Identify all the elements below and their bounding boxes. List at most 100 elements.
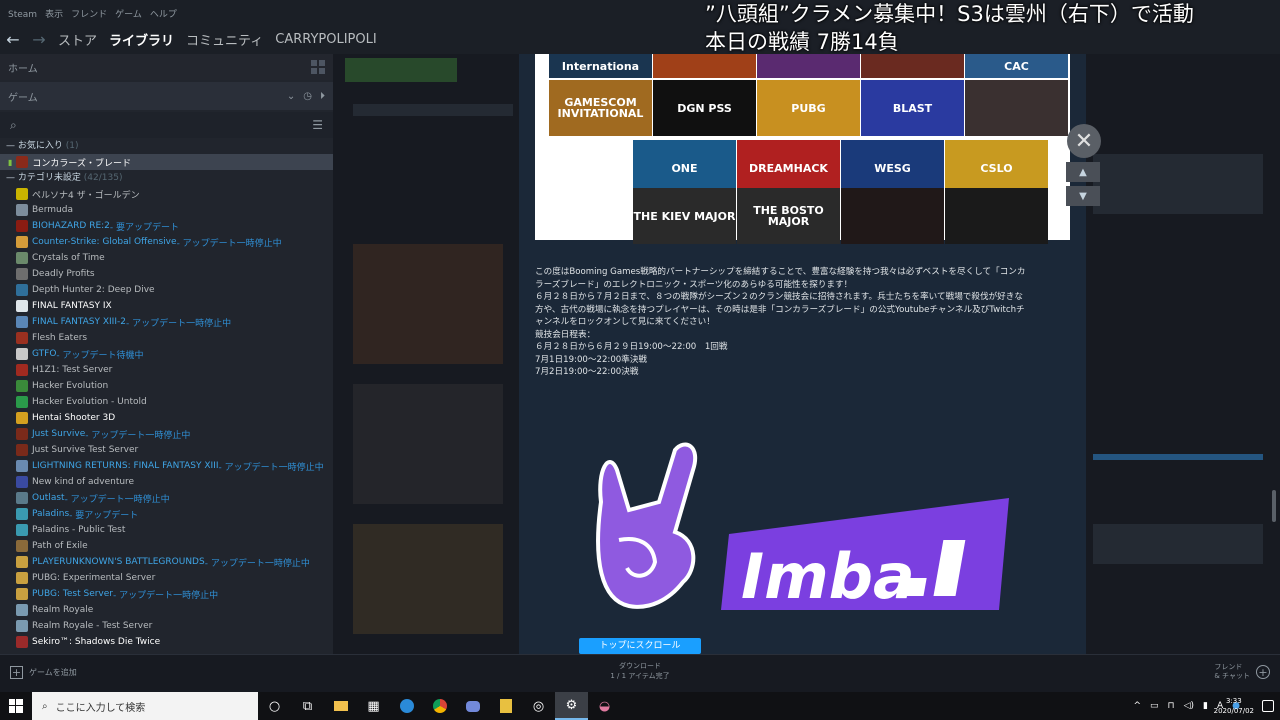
chrome-icon[interactable] — [423, 692, 456, 720]
game-name: Just Survive Test Server — [32, 445, 139, 455]
game-item[interactable]: Crystals of Time — [0, 250, 333, 266]
clock-icon[interactable]: ◷ — [303, 91, 312, 102]
game-item-selected[interactable]: ▮ コンカラーズ・ブレード — [0, 154, 333, 170]
nav-community[interactable]: コミュニティ — [186, 30, 263, 49]
game-item[interactable]: GTFO - アップデート待機中 — [0, 346, 333, 362]
plus-icon: + — [10, 666, 23, 679]
game-item[interactable]: LIGHTNING RETURNS: FINAL FANTASY XIII - … — [0, 458, 333, 474]
nav-profile[interactable]: CARRYPOLIPOLI — [275, 32, 376, 47]
tournament-logo: THE KIEV MAJOR — [633, 188, 736, 244]
volume-icon[interactable]: ◁) — [1184, 701, 1194, 711]
scroll-to-top-button[interactable]: トップにスクロール — [579, 638, 701, 654]
tournament-logo — [945, 188, 1048, 244]
game-item[interactable]: New kind of adventure — [0, 474, 333, 490]
tournament-logo: THE BOSTO MAJOR — [737, 188, 840, 244]
game-filter-dropdown[interactable]: ゲーム ⌄ ◷ ⏵ — [0, 82, 333, 110]
game-item[interactable]: Realm Royale — [0, 602, 333, 618]
menu-steam[interactable]: Steam — [8, 6, 37, 24]
cortana-icon[interactable]: ○ — [258, 692, 291, 720]
category-uncategorized[interactable]: — カテゴリ未設定 (42/135) — [0, 170, 333, 186]
add-game-button[interactable]: + ゲームを追加 — [10, 666, 77, 679]
home-row[interactable]: ホーム — [0, 54, 333, 80]
game-item[interactable]: FINAL FANTASY IX — [0, 298, 333, 314]
game-icon — [16, 268, 28, 280]
menu-help[interactable]: ヘルプ — [150, 6, 177, 24]
game-item[interactable]: Outlast - アップデート一時停止中 — [0, 490, 333, 506]
game-name: Deadly Profits — [32, 269, 95, 279]
game-item[interactable]: FINAL FANTASY XIII-2 - アップデート一時停止中 — [0, 314, 333, 330]
game-icon — [16, 236, 28, 248]
play-filter-icon[interactable]: ⏵ — [320, 91, 325, 102]
chevron-up-icon[interactable]: ▲ — [1066, 162, 1100, 182]
game-item[interactable]: Counter-Strike: Global Offensive - アップデー… — [0, 234, 333, 250]
game-icon — [16, 284, 28, 296]
game-item[interactable]: PLAYERUNKNOWN'S BATTLEGROUNDS - アップデート一時… — [0, 554, 333, 570]
game-item[interactable]: Sekiro™: Shadows Die Twice — [0, 634, 333, 650]
game-name: Realm Royale — [32, 605, 94, 615]
downloads-status[interactable]: ダウンロード 1 / 1 アイテム完了 — [600, 661, 680, 681]
menu-games[interactable]: ゲーム — [115, 6, 142, 24]
game-item[interactable]: Paladins - Public Test — [0, 522, 333, 538]
notification-icon[interactable] — [1262, 700, 1274, 712]
back-arrow-icon[interactable]: ← — [6, 30, 20, 49]
file-explorer-icon[interactable] — [324, 692, 357, 720]
close-icon[interactable]: ✕ — [1067, 124, 1101, 158]
category-favorites[interactable]: — お気に入り (1) — [0, 138, 333, 154]
game-name: H1Z1: Test Server — [32, 365, 113, 375]
edge-browser-icon[interactable] — [390, 692, 423, 720]
game-item[interactable]: Hacker Evolution - Untold — [0, 394, 333, 410]
game-item[interactable]: Depth Hunter 2: Deep Dive — [0, 282, 333, 298]
menu-view[interactable]: 表示 — [45, 6, 63, 24]
chevron-down-icon[interactable]: ▼ — [1066, 186, 1100, 206]
game-status: - アップデート一時停止中 — [176, 238, 282, 249]
app-icon[interactable] — [489, 692, 522, 720]
game-item[interactable]: BIOHAZARD RE:2 - 要アップデート — [0, 218, 333, 234]
forward-arrow-icon[interactable]: → — [32, 30, 46, 49]
lips-app-icon[interactable]: ◒ — [588, 692, 621, 720]
menu-friends[interactable]: フレンド — [71, 6, 107, 24]
description-line: 競技会日程表： — [535, 329, 596, 340]
obs-icon[interactable]: ◎ — [522, 692, 555, 720]
task-view-icon[interactable]: ⧉ — [291, 692, 324, 720]
battery-icon[interactable]: ▮ — [1203, 701, 1208, 711]
taskbar-clock[interactable]: 3:33 2020/07/02 — [1214, 696, 1254, 716]
library-search[interactable]: ⌕ ☰ — [0, 112, 333, 138]
game-item[interactable]: Path of Exile — [0, 538, 333, 554]
chevron-down-icon[interactable]: ⌄ — [287, 91, 295, 102]
scrollbar[interactable] — [1272, 490, 1276, 522]
steam-taskbar-icon[interactable]: ⚙ — [555, 692, 588, 720]
taskbar-search-box[interactable]: ⌕ ここに入力して検索 — [32, 692, 258, 720]
game-item[interactable]: Deadly Profits — [0, 266, 333, 282]
game-item[interactable]: ペルソナ4 ザ・ゴールデン — [0, 186, 333, 202]
menu-bar: Steam 表示 フレンド ゲーム ヘルプ — [0, 6, 177, 24]
game-name: Paladins — [32, 509, 70, 519]
game-icon — [16, 204, 28, 216]
game-item[interactable]: H1Z1: Test Server — [0, 362, 333, 378]
tournament-logo: Internationa — [549, 54, 652, 78]
filter-sliders-icon[interactable]: ☰ — [312, 118, 323, 132]
game-item[interactable]: PUBG: Test Server - アップデート一時停止中 — [0, 586, 333, 602]
friends-chat-button[interactable]: フレンド & チャット + — [1214, 663, 1270, 681]
friends-label: フレンド — [1214, 663, 1243, 671]
folder-icon[interactable]: ▭ — [1150, 701, 1159, 711]
network-icon[interactable]: ⊓ — [1168, 701, 1175, 711]
game-item[interactable]: Flesh Eaters — [0, 330, 333, 346]
game-item[interactable]: Paladins - 要アップデート — [0, 506, 333, 522]
game-item[interactable]: PUBG: Experimental Server — [0, 570, 333, 586]
game-item[interactable]: Realm Royale - Test Server — [0, 618, 333, 634]
game-name: BIOHAZARD RE:2 — [32, 221, 110, 231]
nav-library[interactable]: ライブラリ — [109, 30, 174, 49]
game-item[interactable]: Hentai Shooter 3D — [0, 410, 333, 426]
nav-store[interactable]: ストア — [58, 30, 97, 49]
game-item[interactable]: Hacker Evolution — [0, 378, 333, 394]
calculator-icon[interactable]: ▦ — [357, 692, 390, 720]
discord-icon[interactable] — [456, 692, 489, 720]
windows-start-icon[interactable] — [0, 692, 32, 720]
game-item[interactable]: Just Survive Test Server — [0, 442, 333, 458]
grid-view-icon[interactable] — [311, 60, 325, 74]
game-item[interactable]: Bermuda — [0, 202, 333, 218]
stream-overlay-text: ”八頭組”クラメン募集中！S3は雲州（右下）で活動 本日の戦績 7勝14負 — [705, 0, 1280, 56]
chevron-up-icon[interactable]: ^ — [1133, 701, 1141, 711]
game-name: New kind of adventure — [32, 477, 135, 487]
game-item[interactable]: Just Survive - アップデート一時停止中 — [0, 426, 333, 442]
